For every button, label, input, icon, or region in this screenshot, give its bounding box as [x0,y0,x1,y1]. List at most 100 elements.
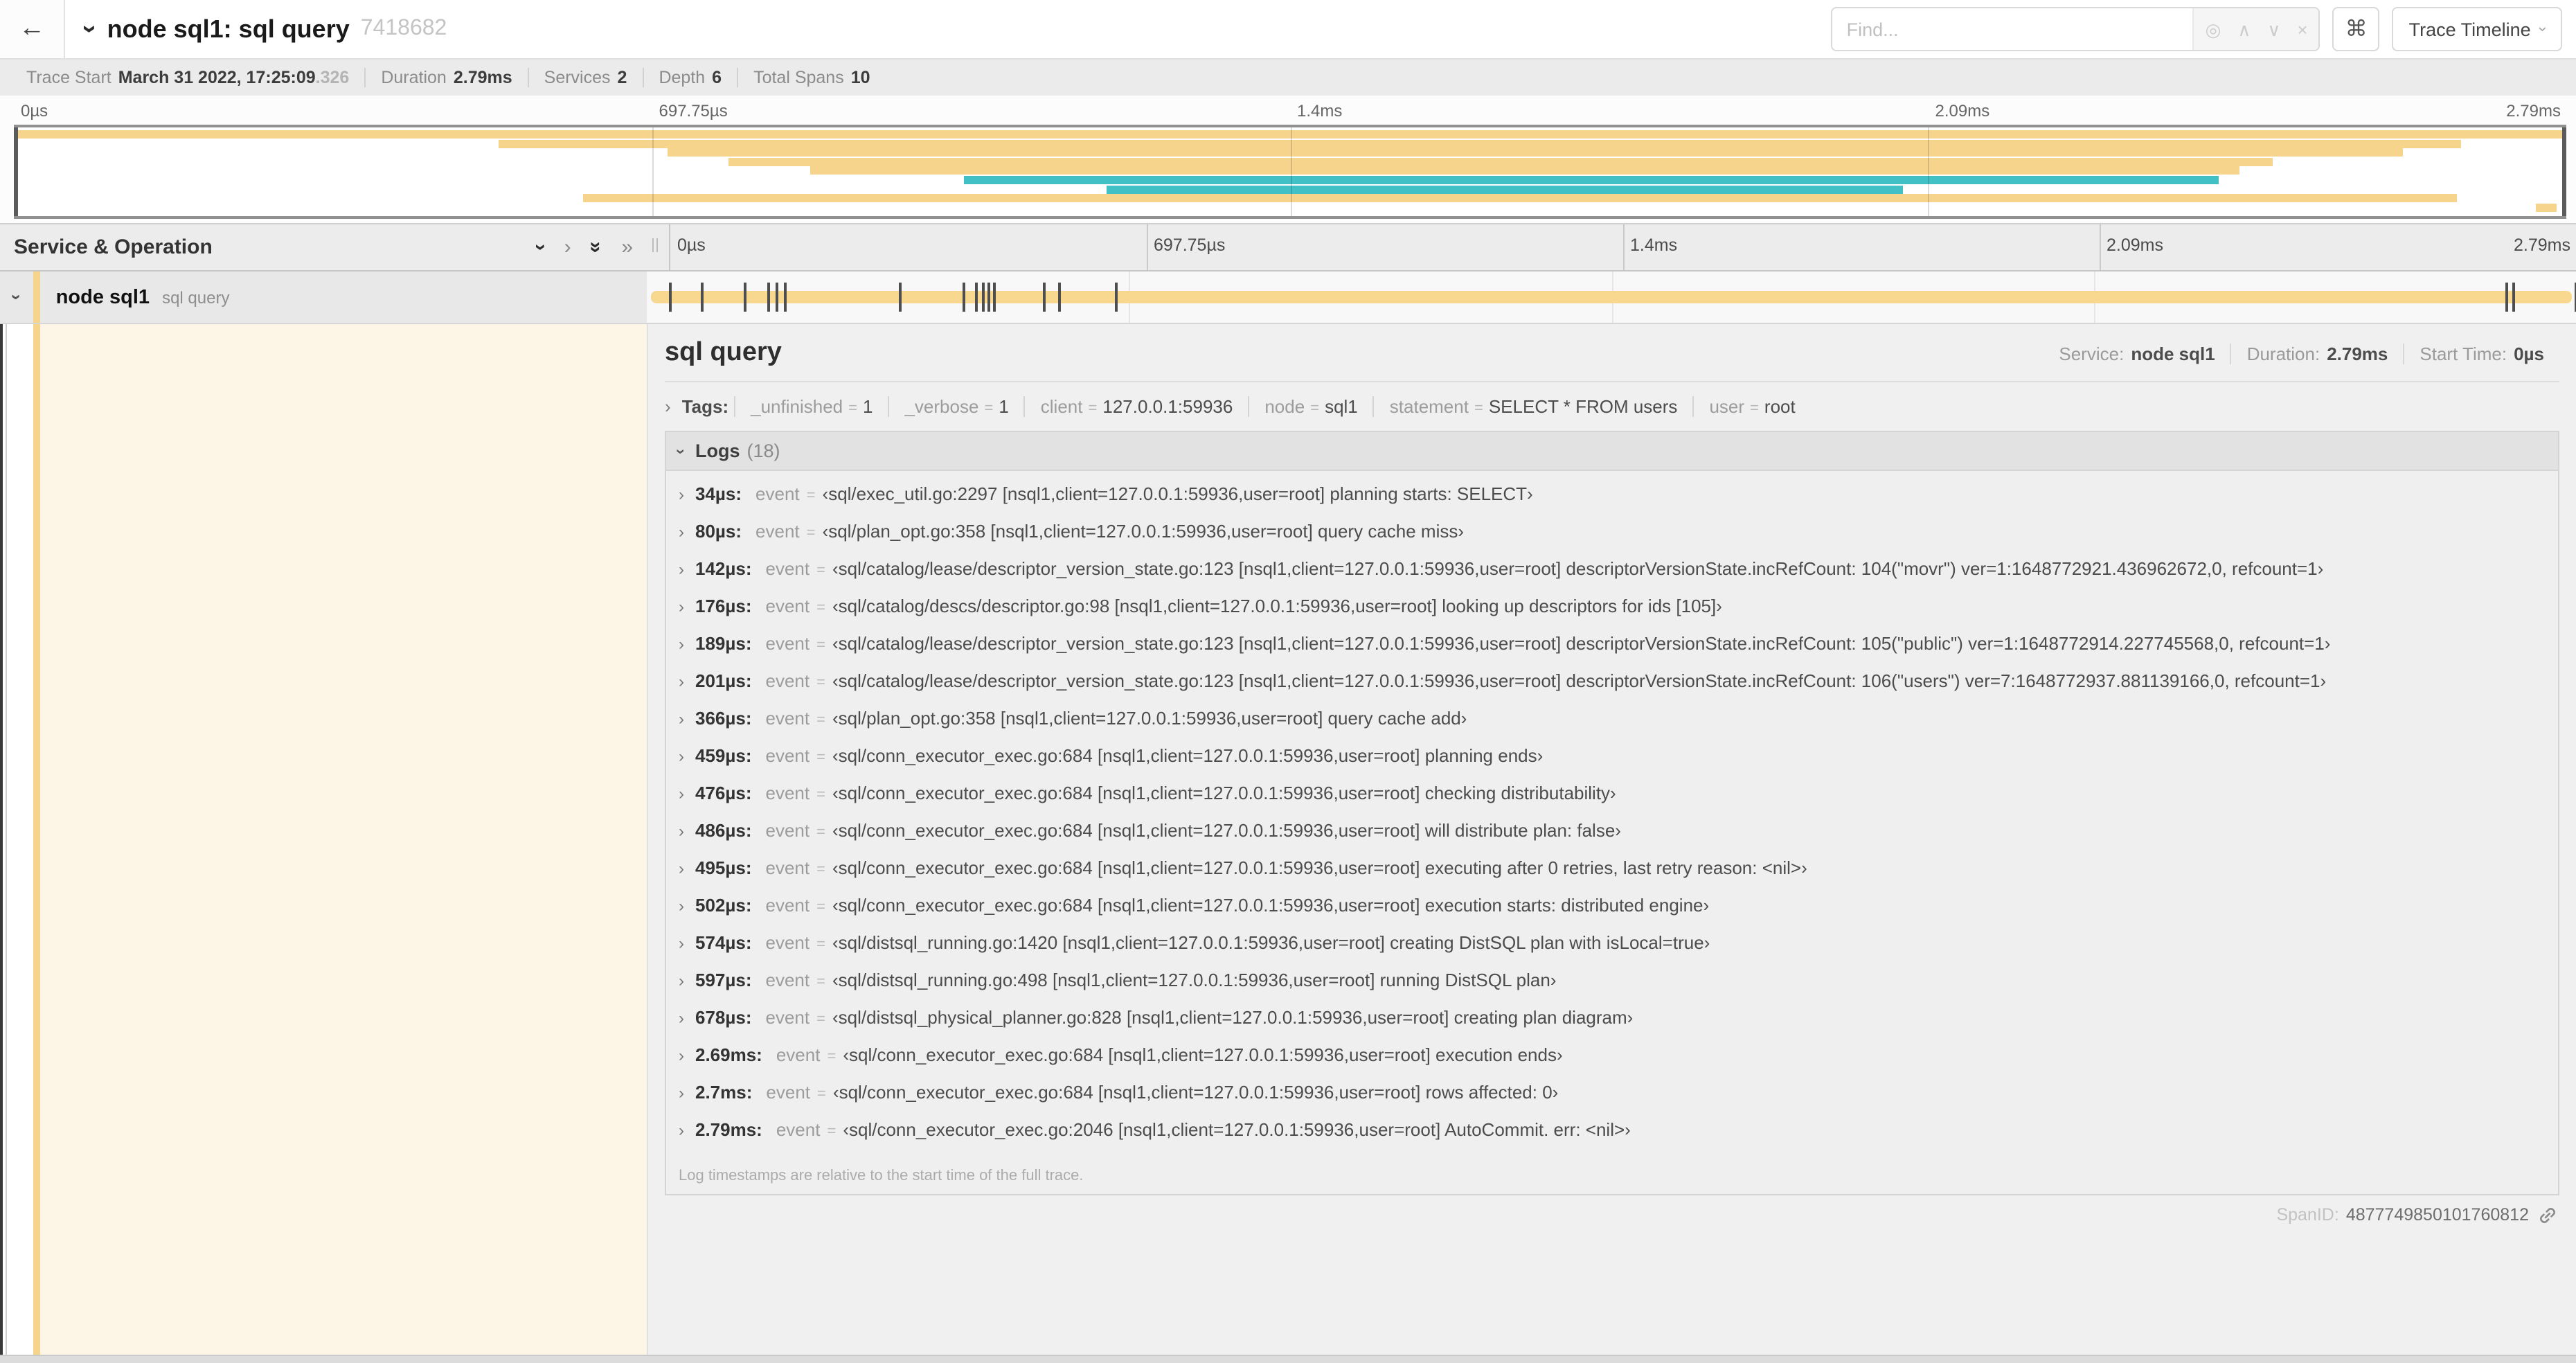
log-field-value: ‹sql/conn_executor_exec.go:684 [nsql1,cl… [832,895,1710,916]
clear-find-icon[interactable]: × [2297,20,2307,38]
chevron-right-icon: › [679,560,684,579]
tag-item: client = 127.0.0.1:59936 [1023,396,1249,417]
log-field-key: event [765,596,810,616]
log-marker-tick[interactable] [981,283,985,312]
minimap-right-scrubber[interactable] [2562,127,2566,216]
log-row[interactable]: › 34µs: event = ‹sql/exec_util.go:2297 [nsql… [666,483,2558,521]
log-field-value: ‹sql/conn_executor_exec.go:684 [nsql1,cl… [843,1044,1563,1065]
log-timestamp: 678µs: [695,1007,752,1028]
expand-all-icon[interactable]: » [621,237,633,258]
keyboard-shortcuts-button[interactable]: ⌘ [2332,7,2380,51]
log-row[interactable]: › 176µs: event = ‹sql/catalog/descs/descript… [666,596,2558,633]
expand-one-icon[interactable]: › [564,237,571,258]
trace-stats-bar: Trace Start March 31 2022, 17:25:09.326 Du… [0,58,2576,96]
ruler-tick-label: 697.75µs [659,101,728,121]
view-selector-dropdown[interactable]: Trace Timeline › [2392,7,2562,51]
service-color-stripe [33,271,40,323]
log-row[interactable]: › 366µs: event = ‹sql/plan_opt.go:358 [nsql1… [666,708,2558,745]
log-marker-tick[interactable] [668,283,672,312]
log-marker-tick[interactable] [700,283,704,312]
prev-match-icon[interactable]: ∧ [2237,20,2251,38]
log-timestamp: 476µs: [695,783,752,803]
logs-accordion-header[interactable]: › Logs (18) [666,432,2558,471]
log-timestamp: 459µs: [695,745,752,766]
ruler-tick-label: 2.79ms [2514,235,2570,255]
log-marker-tick[interactable] [1058,283,1062,312]
log-marker-tick[interactable] [963,283,966,312]
log-marker-tick[interactable] [767,283,770,312]
meta-label: Service: [2059,344,2125,364]
minimap-gridline [1290,127,1291,216]
equals-sign: = [816,974,825,990]
log-row[interactable]: › 597µs: event = ‹sql/distsql_running.go:498… [666,970,2558,1007]
column-resize-handle[interactable] [652,238,661,257]
tag-item: _unfinished = 1 [734,396,888,417]
log-row[interactable]: › 574µs: event = ‹sql/distsql_running.go:142… [666,932,2558,970]
log-marker-tick[interactable] [776,283,779,312]
focus-match-icon[interactable]: ◎ [2206,20,2221,38]
log-field-value: ‹sql/conn_executor_exec.go:684 [nsql1,cl… [832,820,1621,841]
logs-list: › 34µs: event = ‹sql/exec_util.go:2297 [nsql… [666,471,2558,1159]
log-row[interactable]: › 495µs: event = ‹sql/conn_executor_exec.go:… [666,857,2558,895]
back-arrow-icon: ← [19,14,45,43]
span-detail-row: sql query Service: node sql1 Duration: 2.79… [0,324,2576,1355]
tag-item: user = root [1692,396,1810,417]
span-duration-bar[interactable] [651,291,2572,303]
chevron-right-icon: › [679,821,684,841]
log-row[interactable]: › 80µs: event = ‹sql/plan_opt.go:358 [nsql1,… [666,521,2558,558]
tags-accordion[interactable]: › Tags: _unfinished = 1 _verbose = 1 client = 12… [665,396,2559,417]
log-row[interactable]: › 502µs: event = ‹sql/conn_executor_exec.go:… [666,895,2558,932]
minimap-canvas[interactable] [14,125,2566,219]
chevron-right-icon: › [679,634,684,654]
tag-key: statement [1389,396,1469,417]
log-row[interactable]: › 459µs: event = ‹sql/conn_executor_exec.go:… [666,745,2558,783]
next-match-icon[interactable]: ∨ [2267,20,2280,38]
log-row[interactable]: › 2.79ms: event = ‹sql/conn_executor_exec.go… [666,1119,2558,1157]
log-field-key: event [765,895,810,916]
minimap-left-scrubber[interactable] [14,127,18,216]
log-marker-tick[interactable] [743,283,746,312]
log-marker-tick[interactable] [987,283,991,312]
span-row-name-cell[interactable]: › node sql1 sql query [0,271,647,323]
log-marker-tick[interactable] [1042,283,1046,312]
next-row-strip [0,1355,2576,1363]
equals-sign: = [816,899,825,916]
log-marker-tick[interactable] [2512,283,2516,312]
log-row[interactable]: › 486µs: event = ‹sql/conn_executor_exec.go:… [666,820,2558,857]
deep-link-icon[interactable] [2539,1206,2557,1224]
collapse-one-icon[interactable]: › [530,244,553,251]
log-row[interactable]: › 2.7ms: event = ‹sql/conn_executor_exec.go:… [666,1082,2558,1119]
log-marker-tick[interactable] [1114,283,1117,312]
chevron-right-icon: › [679,934,684,953]
command-icon: ⌘ [2345,18,2368,42]
stat-value: 6 [712,68,722,87]
equals-sign: = [827,1049,837,1065]
log-row[interactable]: › 476µs: event = ‹sql/conn_executor_exec.go:… [666,783,2558,820]
equals-sign: = [816,824,825,841]
log-field-value: ‹sql/catalog/lease/descriptor_version_st… [832,670,2327,691]
collapse-all-icon[interactable]: » [584,242,608,253]
log-row[interactable]: › 189µs: event = ‹sql/catalog/lease/descript… [666,633,2558,670]
log-row[interactable]: › 142µs: event = ‹sql/catalog/lease/descript… [666,558,2558,596]
tag-key: user [1709,396,1745,417]
log-marker-tick[interactable] [898,283,902,312]
log-marker-tick[interactable] [2505,283,2509,312]
log-row[interactable]: › 2.69ms: event = ‹sql/conn_executor_exec.go… [666,1044,2558,1082]
log-row[interactable]: › 201µs: event = ‹sql/catalog/lease/descript… [666,670,2558,708]
log-marker-tick[interactable] [992,283,996,312]
log-marker-tick[interactable] [974,283,978,312]
log-field-key: event [776,1044,821,1065]
tag-value: root [1764,396,1796,417]
find-input[interactable] [1832,8,2193,50]
span-row-timeline-cell[interactable] [647,271,2576,323]
back-button[interactable]: ← [0,0,65,58]
collapse-trace-icon[interactable]: › [73,25,104,34]
minimap-span-bar [1106,185,1903,194]
log-marker-tick[interactable] [784,283,787,312]
equals-sign: = [816,600,825,616]
log-row[interactable]: › 678µs: event = ‹sql/distsql_physical_plann… [666,1007,2558,1044]
log-field-key: event [765,708,810,729]
trace-minimap[interactable]: 0µs 697.75µs 1.4ms 2.09ms 2.79ms [0,96,2576,223]
span-collapse-icon[interactable]: › [6,294,27,301]
chevron-right-icon: › [679,747,684,766]
